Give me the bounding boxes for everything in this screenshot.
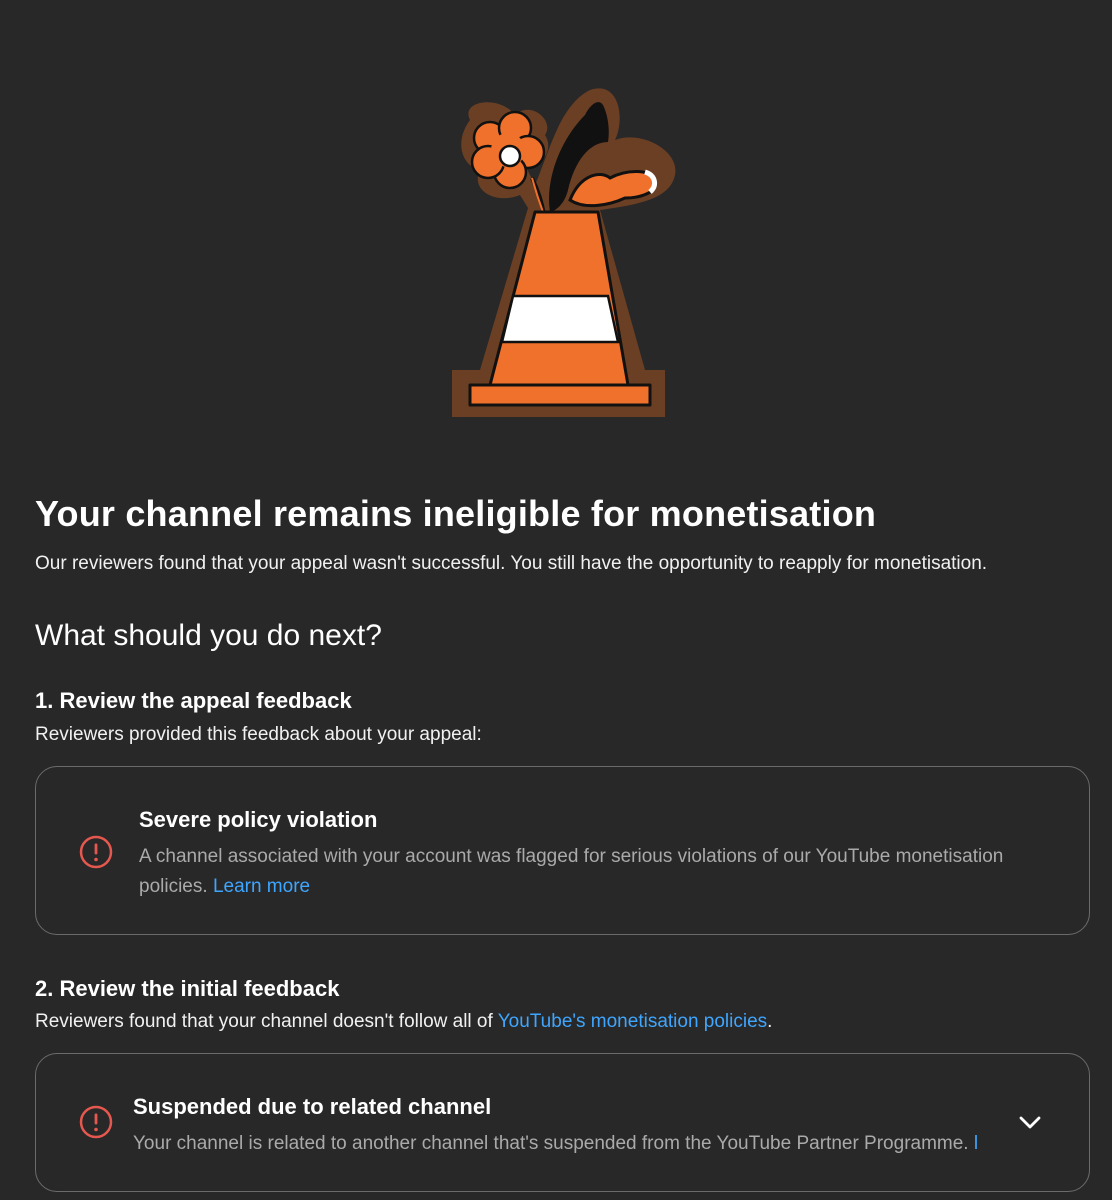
- chevron-down-icon[interactable]: [1016, 1109, 1044, 1137]
- card-body: Your channel is related to another chann…: [133, 1129, 1013, 1159]
- step2-description: Reviewers found that your channel doesn'…: [35, 1011, 772, 1033]
- card-title: Severe policy violation: [139, 807, 378, 832]
- monetisation-policies-link[interactable]: YouTube's monetisation policies: [498, 1011, 767, 1032]
- step1-description: Reviewers provided this feedback about y…: [35, 724, 482, 745]
- card-body: A channel associated with your account w…: [139, 842, 1059, 902]
- alert-circle-icon: [79, 1105, 113, 1139]
- step2-description-text: Reviewers found that your channel doesn'…: [35, 1011, 498, 1032]
- card-title: Suspended due to related channel: [133, 1094, 492, 1119]
- step2-description-suffix: .: [767, 1011, 773, 1032]
- step2-title: 2. Review the initial feedback: [35, 976, 340, 1001]
- page-title: Your channel remains ineligible for mone…: [35, 493, 877, 534]
- next-steps-heading: What should you do next?: [35, 619, 382, 652]
- page-subtitle: Our reviewers found that your appeal was…: [35, 553, 988, 574]
- step1-title: 1. Review the appeal feedback: [35, 688, 352, 713]
- appeal-feedback-card: Severe policy violation A channel associ…: [35, 766, 1090, 935]
- alert-circle-icon: [79, 835, 113, 869]
- learn-more-link[interactable]: Learn more: [213, 876, 310, 897]
- card-body-text: Your channel is related to another chann…: [133, 1133, 969, 1154]
- traffic-cone-illustration: [452, 88, 676, 417]
- card-link-fragment[interactable]: l: [974, 1133, 978, 1154]
- initial-feedback-card[interactable]: Suspended due to related channel Your ch…: [35, 1053, 1090, 1192]
